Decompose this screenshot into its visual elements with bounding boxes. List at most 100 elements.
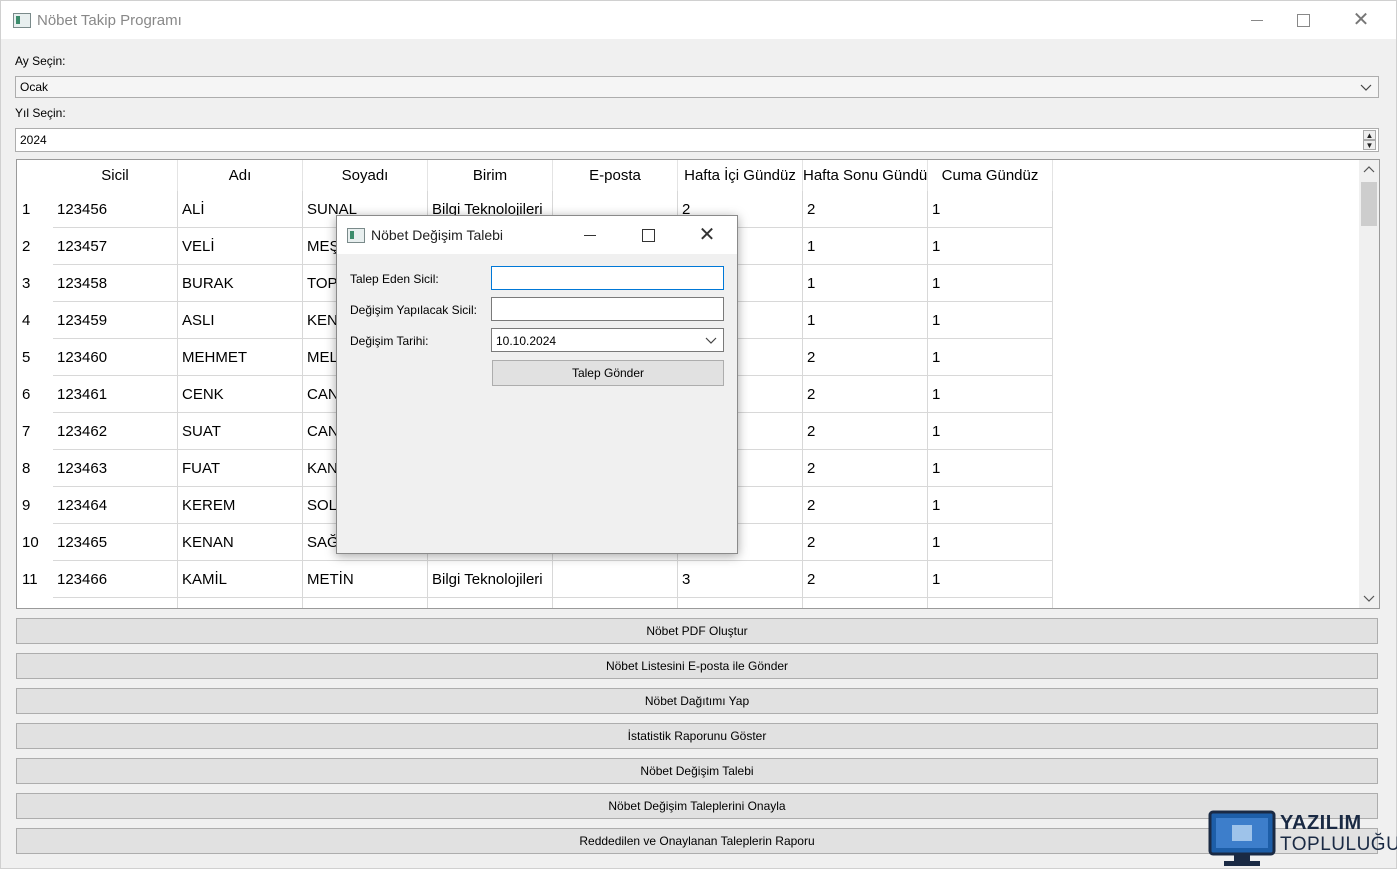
table-cell[interactable]: 3 — [678, 561, 803, 598]
table-cell — [428, 598, 553, 608]
minimize-button[interactable] — [1234, 1, 1280, 39]
table-cell[interactable]: 1 — [928, 302, 1053, 339]
row-number[interactable]: 2 — [17, 228, 53, 265]
table-scrollbar[interactable] — [1359, 160, 1379, 608]
table-cell[interactable]: 2 — [803, 191, 928, 228]
email-list-button[interactable]: Nöbet Listesini E-posta ile Gönder — [16, 653, 1378, 679]
table-cell[interactable]: 1 — [928, 376, 1053, 413]
table-cell[interactable]: 1 — [928, 191, 1053, 228]
table-cell[interactable]: METİN — [303, 561, 428, 598]
month-combo[interactable]: Ocak — [15, 76, 1379, 98]
table-cell[interactable]: 2 — [803, 524, 928, 561]
table-cell[interactable]: ALİ — [178, 191, 303, 228]
minimize-icon — [1251, 19, 1263, 21]
table-cell[interactable]: SUAT — [178, 413, 303, 450]
spin-down-icon[interactable]: ▼ — [1363, 140, 1376, 150]
table-cell[interactable]: 123457 — [53, 228, 178, 265]
row-number[interactable]: 9 — [17, 487, 53, 524]
row-number[interactable]: 5 — [17, 339, 53, 376]
requester-input[interactable] — [491, 266, 724, 290]
table-cell[interactable]: 2 — [803, 487, 928, 524]
table-cell[interactable]: ASLI — [178, 302, 303, 339]
table-cell[interactable]: 123456 — [53, 191, 178, 228]
table-cell[interactable]: 123463 — [53, 450, 178, 487]
table-cell[interactable]: 1 — [928, 413, 1053, 450]
watermark-line2: TOPLULUĞU — [1280, 834, 1397, 855]
table-cell[interactable]: Bilgi Teknolojileri — [428, 561, 553, 598]
table-cell[interactable]: 1 — [928, 339, 1053, 376]
table-cell[interactable]: 123459 — [53, 302, 178, 339]
app-icon — [13, 13, 31, 28]
dialog-titlebar[interactable]: Nöbet Değişim Talebi ✕ — [337, 216, 737, 254]
table-cell[interactable]: VELİ — [178, 228, 303, 265]
table-cell[interactable]: 123464 — [53, 487, 178, 524]
table-cell[interactable]: 1 — [928, 524, 1053, 561]
table-cell[interactable]: 1 — [928, 265, 1053, 302]
year-value: 2024 — [20, 133, 47, 147]
table-cell[interactable]: 123462 — [53, 413, 178, 450]
year-spinbox[interactable]: 2024 ▲ ▼ — [15, 128, 1379, 152]
row-number[interactable]: 8 — [17, 450, 53, 487]
change-request-dialog: Nöbet Değişim Talebi ✕ Talep Eden Sicil:… — [336, 215, 738, 554]
year-label: Yıl Seçin: — [15, 106, 66, 120]
scroll-thumb[interactable] — [1361, 182, 1377, 226]
maximize-icon — [1296, 13, 1310, 27]
table-cell[interactable]: 1 — [803, 302, 928, 339]
table-cell[interactable]: 123461 — [53, 376, 178, 413]
row-number[interactable]: 6 — [17, 376, 53, 413]
row-number[interactable]: 3 — [17, 265, 53, 302]
row-number[interactable]: 1 — [17, 191, 53, 228]
table-cell[interactable]: 1 — [803, 265, 928, 302]
row-number[interactable]: 11 — [17, 561, 53, 598]
table-cell[interactable]: 123458 — [53, 265, 178, 302]
row-number[interactable]: 7 — [17, 413, 53, 450]
table-cell[interactable]: 123465 — [53, 524, 178, 561]
table-cell[interactable]: 2 — [803, 450, 928, 487]
dialog-app-icon — [347, 228, 365, 243]
table-cell[interactable]: BURAK — [178, 265, 303, 302]
table-cell[interactable]: 2 — [803, 339, 928, 376]
table-cell[interactable]: 2 — [803, 561, 928, 598]
table-cell[interactable]: 2 — [803, 413, 928, 450]
distribute-button[interactable]: Nöbet Dağıtımı Yap — [16, 688, 1378, 714]
table-cell — [53, 598, 178, 608]
table-cell[interactable]: KEREM — [178, 487, 303, 524]
dialog-close-button[interactable]: ✕ — [684, 216, 730, 254]
maximize-button[interactable] — [1280, 1, 1326, 39]
table-cell[interactable]: 1 — [803, 228, 928, 265]
submit-request-button[interactable]: Talep Gönder — [492, 360, 724, 386]
approve-requests-button[interactable]: Nöbet Değişim Taleplerini Onayla — [16, 793, 1378, 819]
table-cell[interactable]: KENAN — [178, 524, 303, 561]
table-cell[interactable]: 1 — [928, 450, 1053, 487]
stats-report-button[interactable]: İstatistik Raporunu Göster — [16, 723, 1378, 749]
pdf-button[interactable]: Nöbet PDF Oluştur — [16, 618, 1378, 644]
change-request-button[interactable]: Nöbet Değişim Talebi — [16, 758, 1378, 784]
date-picker[interactable]: 10.10.2024 — [491, 328, 724, 352]
dialog-maximize-button[interactable] — [625, 216, 671, 254]
table-cell[interactable]: MEHMET — [178, 339, 303, 376]
table-cell[interactable]: KAMİL — [178, 561, 303, 598]
target-input[interactable] — [491, 297, 724, 321]
table-cell[interactable]: 123466 — [53, 561, 178, 598]
dialog-minimize-button[interactable] — [567, 216, 613, 254]
date-label: Değişim Tarihi: — [350, 334, 429, 348]
scroll-down-icon[interactable] — [1359, 590, 1379, 606]
table-row[interactable]: 11 123466 KAMİL METİN Bilgi Teknolojileri 3 2 1 — [17, 561, 1053, 598]
table-cell[interactable]: 1 — [928, 228, 1053, 265]
chevron-down-icon[interactable] — [705, 332, 717, 351]
table-cell[interactable]: 1 — [928, 561, 1053, 598]
row-number[interactable]: 10 — [17, 524, 53, 561]
scroll-up-icon[interactable] — [1359, 162, 1379, 178]
table-cell[interactable]: CENK — [178, 376, 303, 413]
table-cell[interactable]: FUAT — [178, 450, 303, 487]
close-button[interactable]: ✕ — [1338, 1, 1384, 39]
row-number[interactable]: 4 — [17, 302, 53, 339]
year-spin-arrows[interactable]: ▲ ▼ — [1363, 130, 1376, 150]
requests-report-button[interactable]: Reddedilen ve Onaylanan Taleplerin Rapor… — [16, 828, 1378, 854]
table-cell[interactable]: 2 — [803, 376, 928, 413]
table-cell[interactable] — [553, 561, 678, 598]
spin-up-icon[interactable]: ▲ — [1363, 130, 1376, 140]
table-cell[interactable]: 123460 — [53, 339, 178, 376]
main-titlebar[interactable]: Nöbet Takip Programı ✕ — [1, 1, 1396, 39]
table-cell[interactable]: 1 — [928, 487, 1053, 524]
